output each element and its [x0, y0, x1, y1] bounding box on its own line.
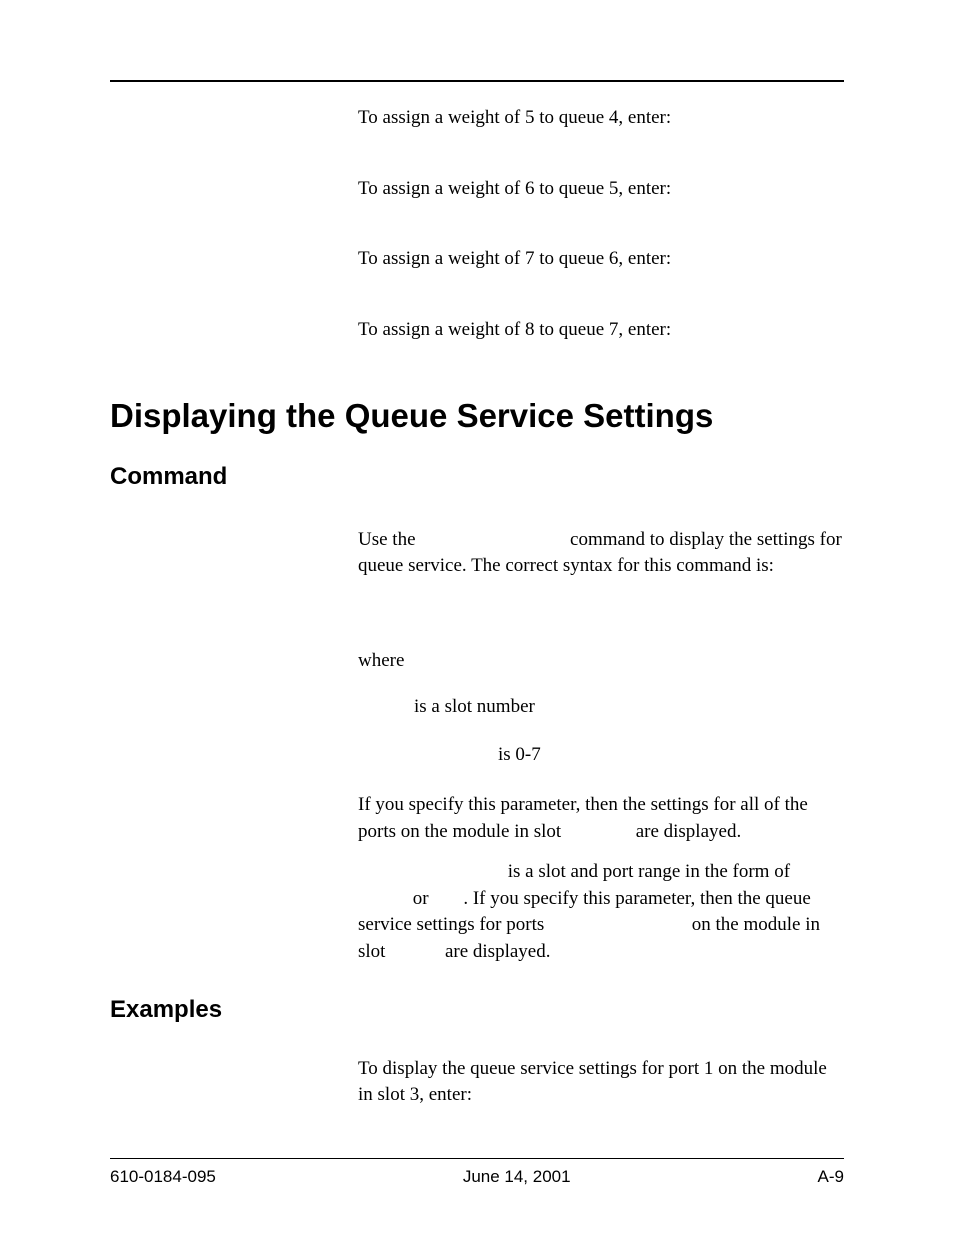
- footer-left: 610-0184-095: [110, 1167, 216, 1187]
- pr-b: or: [408, 888, 433, 909]
- header-rule: [110, 80, 844, 82]
- examples-row: Examples: [358, 996, 844, 1056]
- intro-para-2: To assign a weight of 6 to queue 5, ente…: [358, 177, 844, 202]
- where-label: where: [358, 650, 844, 672]
- footer-rule: [110, 1158, 844, 1159]
- intro-para-1: To assign a weight of 5 to queue 4, ente…: [358, 106, 844, 131]
- portrange-para: is a slot and port range in the form of …: [358, 859, 844, 965]
- range-item: is 0-7: [358, 744, 844, 766]
- pr-a: is a slot and port range in the form of: [503, 861, 790, 882]
- body-column: To assign a weight of 5 to queue 4, ente…: [110, 106, 844, 343]
- command-body: Use the command to display the settings …: [110, 527, 844, 1109]
- page: To assign a weight of 5 to queue 4, ente…: [0, 0, 954, 1235]
- intro-para-3: To assign a weight of 7 to queue 6, ente…: [358, 247, 844, 272]
- slot-item: is a slot number: [358, 696, 844, 718]
- specify-b: are displayed.: [631, 821, 741, 842]
- specify-para: If you specify this parameter, then the …: [358, 792, 844, 845]
- command-description: Use the command to display the settings …: [358, 527, 844, 580]
- cmd-text-b: command to display the settings for queu…: [358, 529, 842, 577]
- footer-center: June 14, 2001: [463, 1167, 571, 1187]
- footer-line: 610-0184-095 June 14, 2001 A-9: [110, 1167, 844, 1187]
- examples-para: To display the queue service settings fo…: [358, 1056, 844, 1109]
- section-title: Displaying the Queue Service Settings: [110, 397, 844, 435]
- page-footer: 610-0184-095 June 14, 2001 A-9: [110, 1158, 844, 1187]
- footer-right: A-9: [818, 1167, 844, 1187]
- examples-heading: Examples: [110, 996, 222, 1024]
- pr-e: are displayed.: [440, 941, 550, 962]
- command-heading: Command: [110, 463, 844, 491]
- intro-para-4: To assign a weight of 8 to queue 7, ente…: [358, 318, 844, 343]
- cmd-text-a: Use the: [358, 529, 420, 550]
